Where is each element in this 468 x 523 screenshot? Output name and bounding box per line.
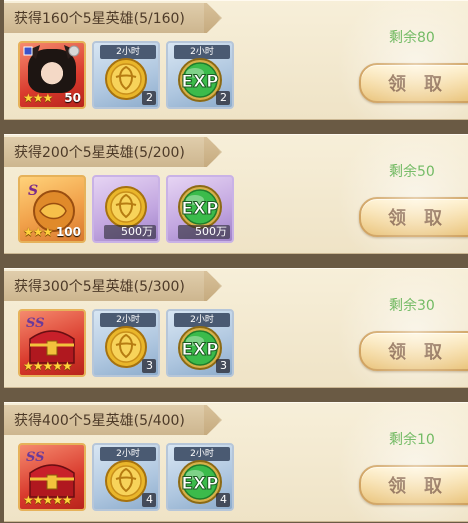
svg-text:S: S (28, 183, 38, 199)
item-count: 3 (142, 359, 156, 373)
claim-button[interactable]: 领取 (359, 197, 468, 237)
svg-text:EXP: EXP (181, 199, 218, 219)
item-count: 4 (142, 493, 156, 507)
item-count: 2 (216, 91, 230, 105)
reward-item-exp[interactable]: EXP 500万 (166, 175, 234, 243)
reward-item-chest[interactable]: SS ★★★★★ (18, 309, 86, 377)
item-level: 100 (55, 225, 81, 239)
row-title: 获得300个5星英雄(5/300) (14, 279, 185, 295)
remaining-count: 剩余10 (389, 432, 435, 448)
reward-item-token[interactable]: S ★★★ 100 (18, 175, 86, 243)
item-count: 4 (216, 493, 230, 507)
svg-text:EXP: EXP (181, 340, 218, 360)
reward-item-exp[interactable]: 2小时 EXP 3 (166, 309, 234, 377)
row-title: 获得400个5星英雄(5/400) (14, 413, 185, 429)
row-title: 获得160个5星英雄(5/160) (14, 11, 185, 27)
star-rating: ★★★★★ (23, 359, 73, 373)
star-rating: ★★★ (23, 91, 53, 105)
reward-row: 获得160个5星英雄(5/160) ★★★ 50 2小时 2 2小时 EXP 2… (4, 0, 468, 120)
svg-text:SS: SS (26, 316, 45, 331)
remaining-count: 剩余30 (389, 298, 435, 314)
svg-text:SS: SS (26, 450, 45, 465)
reward-item-hero[interactable]: ★★★ 50 (18, 41, 86, 109)
reward-row: 获得200个5星英雄(5/200) S ★★★ 100 500万 EXP 500… (4, 134, 468, 254)
reward-item-gold[interactable]: 2小时 4 (92, 443, 160, 511)
svg-text:EXP: EXP (181, 72, 218, 92)
star-rating: ★★★★★ (23, 493, 73, 507)
hero-level: 50 (64, 91, 81, 105)
item-count: 500万 (104, 225, 156, 239)
reward-item-gold[interactable]: 2小时 3 (92, 309, 160, 377)
remaining-count: 剩余80 (389, 30, 435, 46)
reward-row: 获得300个5星英雄(5/300) SS ★★★★★ 2小时 3 2小时 EXP… (4, 268, 468, 388)
reward-item-exp[interactable]: 2小时 EXP 2 (166, 41, 234, 109)
remaining-count: 剩余50 (389, 164, 435, 180)
item-count: 3 (216, 359, 230, 373)
reward-item-chest[interactable]: SS ★★★★★ (18, 443, 86, 511)
item-count: 500万 (178, 225, 230, 239)
claim-button[interactable]: 领取 (359, 465, 468, 505)
star-rating: ★★★ (23, 225, 53, 239)
claim-button[interactable]: 领取 (359, 63, 468, 103)
item-count: 2 (142, 91, 156, 105)
row-title: 获得200个5星英雄(5/200) (14, 145, 185, 161)
achievement-reward-list: 获得160个5星英雄(5/160) ★★★ 50 2小时 2 2小时 EXP 2… (0, 0, 468, 523)
svg-text:EXP: EXP (181, 474, 218, 494)
reward-item-exp[interactable]: 2小时 EXP 4 (166, 443, 234, 511)
claim-button[interactable]: 领取 (359, 331, 468, 371)
reward-item-gold[interactable]: 500万 (92, 175, 160, 243)
reward-item-gold[interactable]: 2小时 2 (92, 41, 160, 109)
reward-row: 获得400个5星英雄(5/400) SS ★★★★★ 2小时 4 2小时 EXP… (4, 402, 468, 522)
